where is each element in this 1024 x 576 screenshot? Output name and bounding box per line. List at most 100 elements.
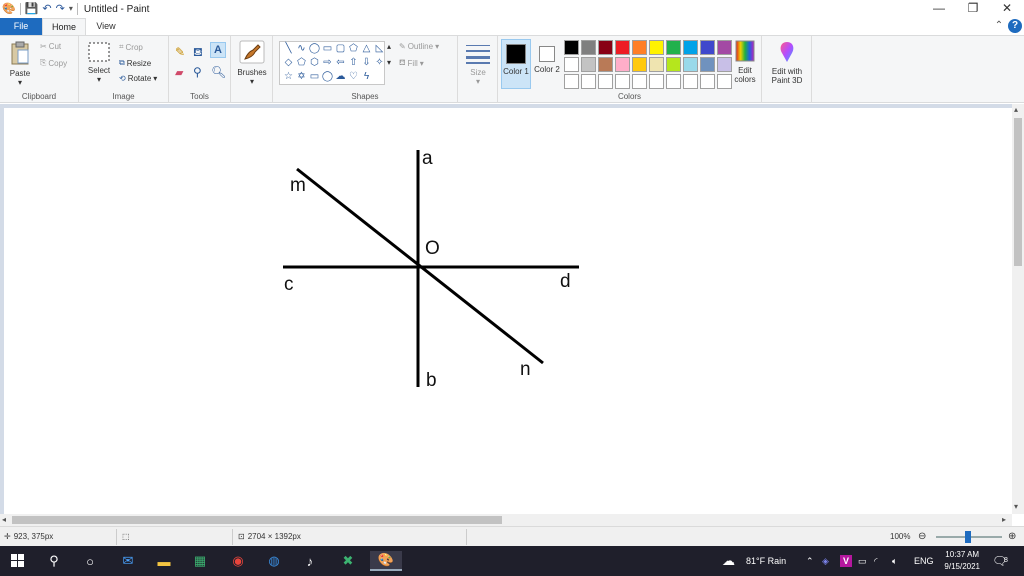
palette-swatch[interactable] [649, 40, 664, 55]
edit-colors-button[interactable]: Edit colors [730, 40, 760, 84]
palette-swatch[interactable] [564, 74, 579, 89]
weather-text[interactable]: 81°F Rain [746, 546, 786, 576]
magnifier-icon[interactable]: 🔍︎ [211, 65, 226, 79]
color-palette[interactable] [564, 40, 733, 90]
palette-swatch[interactable] [615, 57, 630, 72]
palette-swatch[interactable] [649, 57, 664, 72]
pencil-icon[interactable]: ✎ [175, 45, 185, 59]
polygon-shape-icon[interactable]: ⬠ [347, 42, 360, 56]
chrome-icon[interactable]: ◉ [226, 551, 250, 571]
palette-swatch[interactable] [649, 74, 664, 89]
color1-button[interactable]: Color 1 [501, 39, 531, 89]
vertical-scroll-thumb[interactable] [1014, 118, 1022, 266]
resize-button[interactable]: ⧉ Resize [119, 58, 151, 68]
save-icon[interactable]: 💾 [25, 0, 39, 18]
zoom-out-icon[interactable]: ⊖ [918, 531, 926, 542]
collapse-ribbon-chevron-icon[interactable]: ⌃ [992, 19, 1006, 33]
horizontal-scroll-thumb[interactable] [12, 516, 502, 524]
copy-button[interactable]: ⎘ Copy [40, 58, 67, 68]
paste-button[interactable]: Paste ▾ [5, 41, 35, 87]
tray-chevron-up-icon[interactable]: ⌃ [806, 546, 814, 576]
palette-swatch[interactable] [598, 40, 613, 55]
palette-swatch[interactable] [632, 40, 647, 55]
windows-start-icon[interactable] [6, 551, 30, 571]
close-button[interactable]: ✕ [990, 0, 1024, 18]
rotate-button[interactable]: ⟲ Rotate ▾ [119, 74, 157, 83]
palette-swatch[interactable] [581, 40, 596, 55]
right-arrow-shape-icon[interactable]: ⇨ [321, 56, 334, 70]
palette-swatch[interactable] [700, 57, 715, 72]
tab-file[interactable]: File [0, 18, 42, 35]
callout-shape-icon[interactable]: ▭ [308, 70, 321, 84]
rounded-rectangle-shape-icon[interactable]: ▢ [334, 42, 347, 56]
paint-taskbar-icon[interactable]: 🎨 [370, 551, 402, 571]
up-arrow-shape-icon[interactable]: ⇧ [347, 56, 360, 70]
vertical-scrollbar[interactable]: ▴ ▾ [1012, 104, 1024, 514]
input-language[interactable]: ENG [914, 546, 934, 576]
diamond-shape-icon[interactable]: ◇ [282, 56, 295, 70]
lightning-shape-icon[interactable]: ϟ [360, 70, 373, 84]
palette-swatch[interactable] [700, 40, 715, 55]
shapes-gallery[interactable]: ╲ ∿ ◯ ▭ ▢ ⬠ △ ◺ ◇ ⬠ ⬡ ⇨ ⇦ ⇧ ⇩ ✧ ☆ ✡ ▭ ◯ … [279, 41, 385, 85]
scroll-right-arrow-icon[interactable]: ▸ [1002, 515, 1006, 524]
four-point-star-shape-icon[interactable]: ✧ [373, 56, 386, 70]
teams-icon[interactable]: ◈ [822, 546, 829, 576]
color-picker-icon[interactable]: ⚲ [193, 65, 202, 79]
palette-swatch[interactable] [683, 40, 698, 55]
search-icon[interactable]: ⚲ [42, 551, 66, 571]
edit-with-paint3d-button[interactable]: Edit with Paint 3D [766, 41, 808, 85]
mail-icon[interactable]: ✉ [116, 551, 140, 571]
spreadsheet-app-icon[interactable]: ▦ [188, 551, 212, 571]
palette-swatch[interactable] [666, 57, 681, 72]
down-arrow-shape-icon[interactable]: ⇩ [360, 56, 373, 70]
rectangle-shape-icon[interactable]: ▭ [321, 42, 334, 56]
six-point-star-shape-icon[interactable]: ✡ [295, 70, 308, 84]
scroll-down-icon[interactable]: ▾ [387, 58, 391, 67]
eraser-icon[interactable]: ▰ [175, 66, 183, 79]
crop-button[interactable]: ⌗ Crop [119, 42, 143, 52]
cloud-callout-shape-icon[interactable]: ☁ [334, 70, 347, 84]
palette-swatch[interactable] [564, 57, 579, 72]
triangle-shape-icon[interactable]: △ [360, 42, 373, 56]
line-shape-icon[interactable]: ╲ [282, 42, 295, 56]
palette-swatch[interactable] [615, 74, 630, 89]
horizontal-scrollbar[interactable]: ◂ ▸ [0, 514, 1012, 526]
weather-cloud-icon[interactable]: ☁ [722, 546, 735, 576]
outline-button[interactable]: ✎ Outline ▾ [399, 42, 439, 51]
palette-swatch[interactable] [581, 74, 596, 89]
tab-view[interactable]: View [86, 18, 126, 35]
palette-swatch[interactable] [632, 74, 647, 89]
scroll-up-arrow-icon[interactable]: ▴ [1014, 105, 1018, 114]
cortana-icon[interactable]: ○ [78, 551, 102, 571]
scroll-down-arrow-icon[interactable]: ▾ [1014, 502, 1018, 511]
curve-shape-icon[interactable]: ∿ [295, 42, 308, 56]
minimize-button[interactable]: — [922, 0, 956, 18]
text-tool-icon[interactable]: A [210, 42, 226, 58]
redo-icon[interactable]: ↷ [56, 0, 65, 18]
antivirus-icon[interactable]: V [840, 555, 852, 567]
fill-button[interactable]: ⛾ Fill ▾ [399, 58, 424, 68]
palette-swatch[interactable] [564, 40, 579, 55]
cut-button[interactable]: ✂ Cut [40, 42, 61, 51]
size-button[interactable]: Size ▾ [462, 42, 494, 86]
palette-swatch[interactable] [683, 57, 698, 72]
drawing-canvas[interactable]: a b c d m n O [4, 108, 1012, 514]
excel-icon[interactable]: ✖ [336, 551, 360, 571]
palette-swatch[interactable] [700, 74, 715, 89]
customize-chevron-icon[interactable]: ▾ [69, 0, 73, 18]
left-arrow-shape-icon[interactable]: ⇦ [334, 56, 347, 70]
palette-swatch[interactable] [666, 40, 681, 55]
volume-icon[interactable]: 🔈︎ [892, 546, 897, 576]
palette-swatch[interactable] [666, 74, 681, 89]
palette-swatch[interactable] [632, 57, 647, 72]
zoom-in-icon[interactable]: ⊕ [1008, 531, 1016, 542]
color2-button[interactable]: Color 2 [532, 39, 562, 89]
file-explorer-icon[interactable]: ▬ [152, 551, 176, 571]
pentagon-shape-icon[interactable]: ⬠ [295, 56, 308, 70]
undo-icon[interactable]: ↶ [42, 0, 51, 18]
fill-bucket-icon[interactable]: ⛾ [193, 45, 203, 61]
scroll-up-icon[interactable]: ▴ [387, 42, 391, 51]
five-point-star-shape-icon[interactable]: ☆ [282, 70, 295, 84]
heart-shape-icon[interactable]: ♡ [347, 70, 360, 84]
network-icon[interactable]: ◜ [874, 546, 878, 576]
